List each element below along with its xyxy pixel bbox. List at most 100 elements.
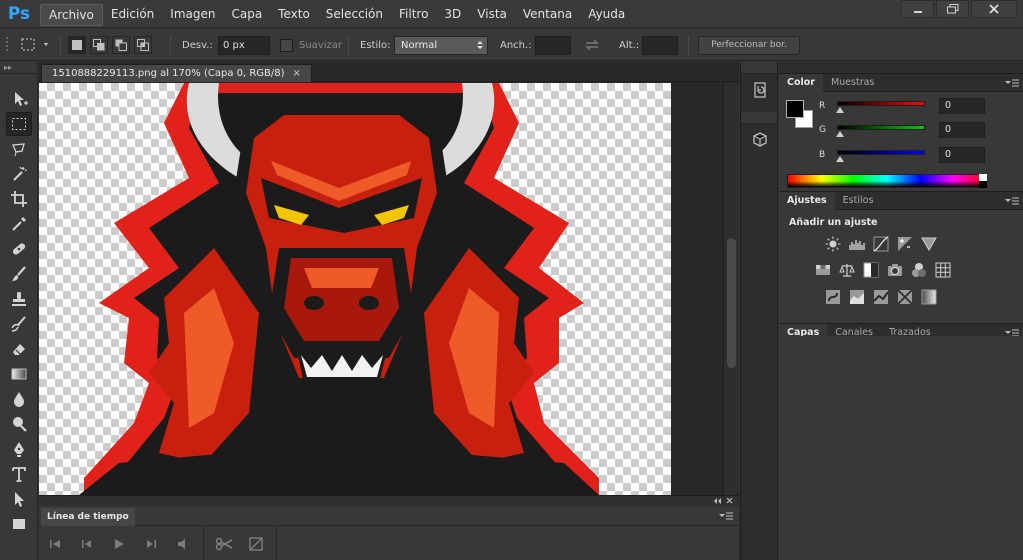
exposure-button[interactable] [896, 235, 914, 253]
brush-tool[interactable] [6, 262, 32, 286]
levels-button[interactable] [848, 235, 866, 253]
threshold-button[interactable] [872, 288, 890, 306]
crop-tool[interactable] [6, 187, 32, 211]
panel-grip[interactable] [779, 62, 1023, 74]
lasso-tool[interactable] [6, 137, 32, 161]
panel-menu-icon[interactable] [719, 511, 733, 521]
feather-input[interactable]: 0 px [218, 35, 270, 55]
menu-texto[interactable]: Texto [270, 4, 318, 26]
dock-grip[interactable] [741, 112, 777, 124]
magic-wand-tool[interactable] [6, 162, 32, 186]
refine-edge-button[interactable]: Perfeccionar bor. [698, 35, 800, 55]
menu-edicion[interactable]: Edición [103, 4, 162, 26]
canvas[interactable] [39, 83, 709, 495]
split-button[interactable] [208, 527, 240, 560]
minimize-button[interactable] [901, 0, 934, 18]
black-white-swatch[interactable] [979, 174, 987, 188]
brightness-contrast-button[interactable] [824, 235, 842, 253]
tab-color[interactable]: Color [779, 74, 823, 92]
color-lookup-button[interactable] [934, 261, 952, 279]
menu-3d[interactable]: 3D [436, 4, 469, 26]
menu-filtro[interactable]: Filtro [391, 4, 436, 26]
green-channel-slider[interactable] [836, 123, 925, 137]
panel-menu-icon[interactable] [1005, 196, 1019, 206]
menu-seleccion[interactable]: Selección [318, 4, 391, 26]
red-channel-slider[interactable] [836, 99, 925, 113]
collapse-icon[interactable] [711, 497, 735, 505]
3d-panel-button[interactable] [745, 128, 775, 152]
gradient-tool[interactable] [6, 362, 32, 386]
previous-frame-button[interactable] [71, 527, 103, 560]
rectangle-tool[interactable] [6, 512, 32, 536]
next-frame-button[interactable] [135, 527, 167, 560]
dodge-tool[interactable] [6, 412, 32, 436]
dock-grip[interactable] [741, 62, 777, 74]
document-tab[interactable]: 1510888229113.png al 170% (Capa 0, RGB/8… [41, 64, 312, 82]
hue-saturation-button[interactable] [814, 261, 832, 279]
add-selection-button[interactable] [90, 36, 108, 54]
transition-button[interactable] [240, 527, 272, 560]
intersect-selection-button[interactable] [134, 36, 152, 54]
tab-swatches[interactable]: Muestras [823, 74, 882, 92]
photo-filter-button[interactable] [886, 261, 904, 279]
gradient-map-button[interactable] [920, 288, 938, 306]
move-tool[interactable] [6, 87, 32, 111]
type-tool[interactable] [6, 462, 32, 486]
path-selection-tool[interactable] [6, 487, 32, 511]
swap-dimensions-button[interactable] [584, 29, 600, 61]
blue-channel-slider[interactable] [836, 148, 925, 162]
tool-preset-picker[interactable] [20, 29, 50, 61]
height-input[interactable] [642, 35, 678, 55]
subtract-selection-button[interactable] [112, 36, 130, 54]
healing-brush-tool[interactable] [6, 237, 32, 261]
restore-button[interactable] [936, 0, 969, 18]
channel-mixer-button[interactable] [910, 261, 928, 279]
width-input[interactable] [535, 35, 571, 55]
go-first-frame-button[interactable] [39, 527, 71, 560]
menu-archivo[interactable]: Archivo [40, 4, 103, 26]
blue-channel-input[interactable]: 0 [939, 147, 985, 163]
vibrance-button[interactable] [920, 235, 938, 253]
close-button[interactable] [971, 0, 1017, 18]
smooth-option: Suavizar [280, 29, 342, 61]
green-channel-input[interactable]: 0 [939, 122, 985, 138]
red-channel-input[interactable]: 0 [939, 98, 985, 114]
tab-adjustments[interactable]: Ajustes [779, 192, 835, 210]
pen-tool[interactable] [6, 437, 32, 461]
tab-styles[interactable]: Estilos [835, 192, 882, 210]
panel-menu-icon[interactable] [1005, 78, 1019, 88]
menu-imagen[interactable]: Imagen [162, 4, 223, 26]
timeline-tab[interactable]: Línea de tiempo [41, 508, 135, 526]
invert-button[interactable] [824, 288, 842, 306]
selection-mode-group [68, 29, 152, 61]
blur-tool[interactable] [6, 387, 32, 411]
toolbar-grip[interactable]: ▸▸ [0, 62, 37, 74]
eyedropper-tool[interactable] [6, 212, 32, 236]
menu-vista[interactable]: Vista [469, 4, 515, 26]
tab-close-icon[interactable]: × [293, 68, 301, 79]
rectangular-marquee-tool[interactable] [6, 112, 32, 136]
scrollbar-thumb[interactable] [727, 238, 736, 368]
black-white-button[interactable] [862, 261, 880, 279]
audio-button[interactable] [167, 527, 199, 560]
smooth-checkbox[interactable] [280, 38, 293, 52]
history-panel-button[interactable] [745, 78, 775, 102]
menu-ventana[interactable]: Ventana [515, 4, 580, 26]
menu-ayuda[interactable]: Ayuda [580, 4, 633, 26]
posterize-button[interactable] [848, 288, 866, 306]
foreground-color-swatch[interactable] [786, 100, 804, 118]
menu-capa[interactable]: Capa [223, 4, 270, 26]
history-brush-tool[interactable] [6, 312, 32, 336]
adjustments-panel-tabs: Ajustes Estilos [779, 192, 1023, 210]
curves-button[interactable] [872, 235, 890, 253]
selective-color-button[interactable] [896, 288, 914, 306]
vertical-scrollbar[interactable] [723, 83, 739, 495]
clone-stamp-tool[interactable] [6, 287, 32, 311]
style-select[interactable]: Normal [394, 35, 488, 55]
color-balance-button[interactable] [838, 261, 856, 279]
eraser-tool[interactable] [6, 337, 32, 361]
new-selection-button[interactable] [68, 36, 86, 54]
adjustments-panel: Añadir un ajuste [779, 210, 1023, 324]
color-spectrum[interactable] [787, 174, 987, 188]
play-button[interactable] [103, 527, 135, 560]
